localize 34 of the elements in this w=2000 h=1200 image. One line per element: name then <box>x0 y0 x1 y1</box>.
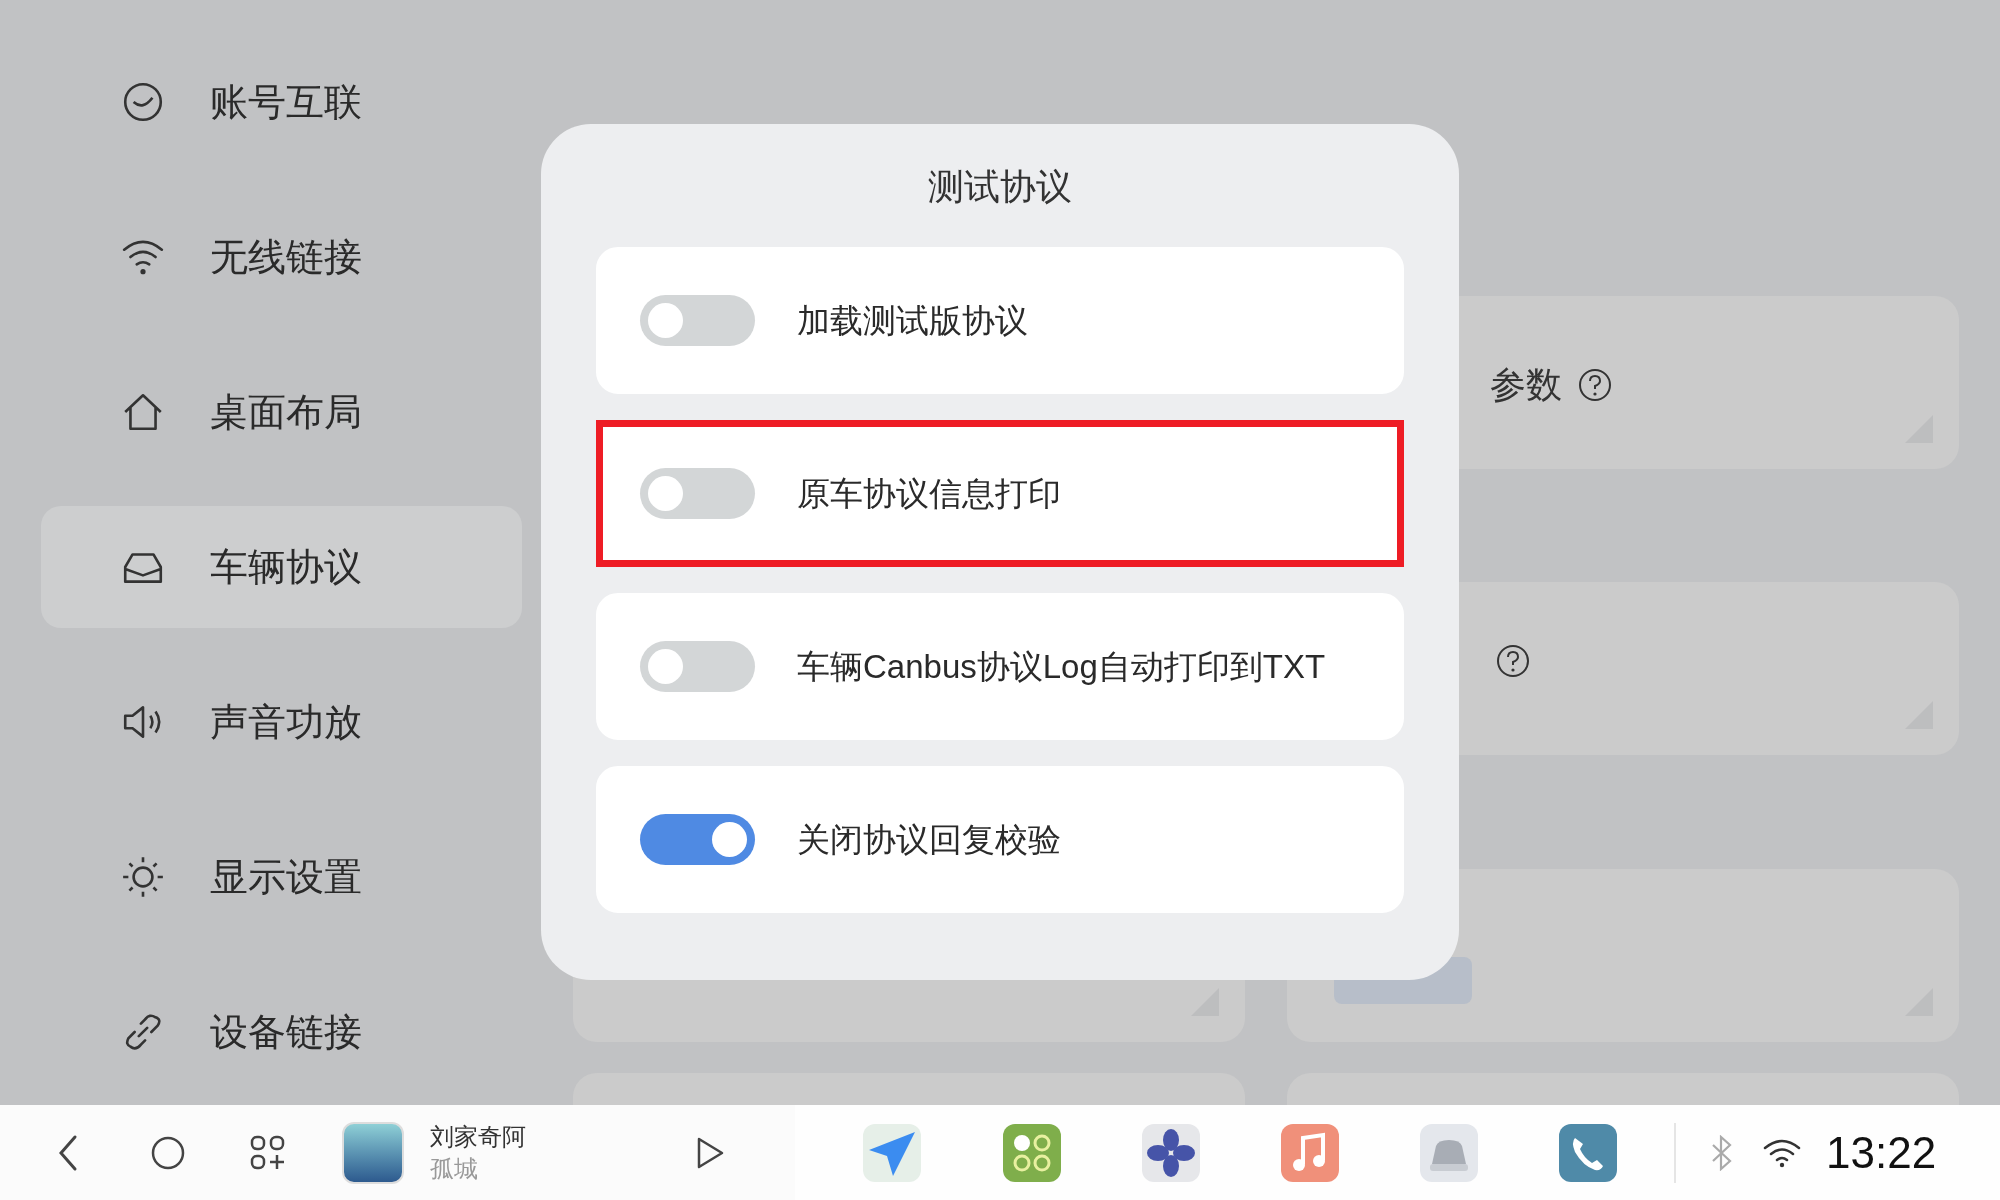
bluetooth-icon[interactable] <box>1710 1134 1734 1171</box>
option-label: 原车协议信息打印 <box>797 473 1061 514</box>
music-note-icon[interactable] <box>1281 1123 1339 1182</box>
toggle-switch[interactable] <box>640 468 755 519</box>
song-title: 刘家奇阿 <box>430 1121 527 1152</box>
sidebar-item[interactable]: 无线链接 <box>41 196 522 318</box>
app-grid-icon[interactable] <box>1003 1123 1061 1182</box>
sidebar-item[interactable]: 显示设置 <box>41 816 522 938</box>
option-label: 车辆Canbus协议Log自动打印到TXT <box>797 646 1326 687</box>
card-label: 参数 <box>1490 363 1562 407</box>
artist-name: 孤城 <box>430 1153 479 1184</box>
toggle-switch[interactable] <box>640 295 755 346</box>
option-label: 关闭协议回复校验 <box>797 819 1061 860</box>
play-icon[interactable] <box>695 1135 725 1170</box>
phone-icon[interactable] <box>1559 1123 1617 1182</box>
apps-icon[interactable] <box>250 1134 286 1171</box>
toggle-switch[interactable] <box>640 641 755 692</box>
sidebar-item[interactable]: 车辆协议 <box>41 506 522 628</box>
toggle-switch[interactable] <box>640 814 755 865</box>
dialog-title: 测试协议 <box>928 165 1072 209</box>
sidebar-item[interactable]: 账号互联 <box>41 41 522 163</box>
home-icon[interactable] <box>151 1135 185 1170</box>
clock-time: 13:22 <box>1826 1126 1937 1179</box>
sidebar-item[interactable]: 设备链接 <box>41 971 522 1093</box>
option-label: 加载测试版协议 <box>797 300 1028 341</box>
help-icon[interactable] <box>1578 368 1612 402</box>
sidebar-item[interactable]: 桌面布局 <box>41 351 522 473</box>
help-icon[interactable] <box>1496 644 1530 678</box>
album-cover[interactable] <box>342 1121 404 1184</box>
menu-item-icon <box>120 854 166 900</box>
sidebar-item[interactable]: 声音功放 <box>41 661 522 783</box>
fan-icon[interactable] <box>1142 1123 1200 1182</box>
paper-plane-icon[interactable] <box>863 1123 921 1182</box>
wifi-icon[interactable] <box>1762 1137 1802 1168</box>
